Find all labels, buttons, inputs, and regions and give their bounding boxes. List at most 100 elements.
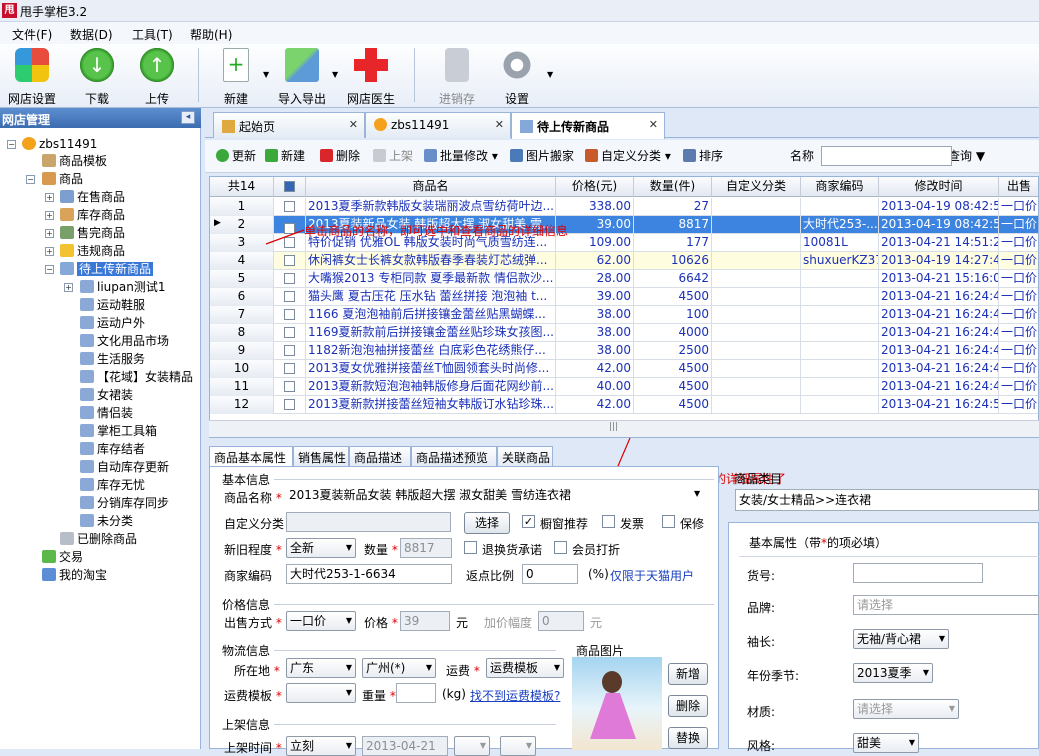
- shop-doctor-button[interactable]: 网店医生: [344, 46, 398, 106]
- rebate-field[interactable]: 0: [522, 564, 578, 584]
- row-checkbox[interactable]: [284, 201, 295, 212]
- tab-pending-upload[interactable]: 待上传新商品 ✕: [511, 112, 665, 139]
- tree-node-deleted[interactable]: 已删除商品: [60, 530, 137, 548]
- row-checkbox[interactable]: [284, 255, 295, 266]
- cell-name[interactable]: 休闲裤女士长裤女款韩版春季春装灯芯绒弹...: [306, 252, 556, 270]
- row-checkbox-cell[interactable]: [274, 252, 306, 270]
- listing-time-select[interactable]: 立刻: [286, 736, 356, 756]
- table-row[interactable]: 10 2013夏女优雅拼接蕾丝T恤圆领套头时尚修... 42.00 4500 2013-…: [210, 360, 1038, 378]
- row-checkbox[interactable]: [284, 363, 295, 374]
- name-dropdown-caret[interactable]: ▼: [694, 489, 700, 498]
- article-number-field[interactable]: [853, 563, 983, 583]
- expand-toggle[interactable]: +: [45, 193, 54, 202]
- shipping-select[interactable]: 运费模板: [486, 658, 564, 678]
- cell-name[interactable]: 猫头鹰 夏古压花 压水钻 蕾丝拼接 泡泡袖 t...: [306, 288, 556, 306]
- cell-name[interactable]: 2013夏新款短泡泡袖韩版修身后面花网纱前...: [306, 378, 556, 396]
- tree-node-goods[interactable]: 商品: [42, 170, 83, 188]
- batch-edit-button[interactable]: 批量修改 ▾: [424, 147, 498, 164]
- tree-node-on-sale[interactable]: 在售商品: [60, 188, 125, 206]
- table-row[interactable]: 8 1169夏新款前后拼接镶金蕾丝贴珍珠女孩图... 38.00 4000 2013-0…: [210, 324, 1038, 342]
- cell-name[interactable]: 1169夏新款前后拼接镶金蕾丝贴珍珠女孩图...: [306, 324, 556, 342]
- add-image-button[interactable]: 新增: [668, 663, 708, 685]
- download-button[interactable]: ↓ 下载: [70, 46, 124, 106]
- table-row[interactable]: 12 2013夏新款拼接蕾丝短袖女韩版订水钻珍珠... 42.00 4500 2013-…: [210, 396, 1038, 414]
- tab-sale-attributes[interactable]: 销售属性: [293, 446, 349, 467]
- horizontal-scrollbar[interactable]: |||: [209, 420, 1039, 437]
- refresh-button[interactable]: 更新: [216, 147, 256, 164]
- replace-image-button[interactable]: 替换: [668, 727, 708, 749]
- cell-name[interactable]: 大嘴猴2013 专柜同款 夏季最新款 情侣款沙...: [306, 270, 556, 288]
- select-all-checkbox[interactable]: [284, 181, 295, 192]
- custom-category-field[interactable]: [286, 512, 451, 532]
- style-select[interactable]: 甜美: [853, 733, 919, 753]
- tree-node-category[interactable]: 自动库存更新: [80, 458, 169, 476]
- row-checkbox[interactable]: [284, 291, 295, 302]
- no-template-link[interactable]: 找不到运费模板?: [470, 687, 560, 704]
- menu-file[interactable]: 文件(F): [12, 26, 52, 43]
- tree-node-category[interactable]: 生活服务: [80, 350, 145, 368]
- import-export-button[interactable]: 导入导出: [274, 46, 330, 106]
- settings-button[interactable]: 设置: [494, 46, 540, 106]
- new-dropdown-caret[interactable]: ▼: [263, 70, 269, 79]
- collapse-toggle[interactable]: −: [26, 175, 35, 184]
- import-export-caret[interactable]: ▼: [332, 70, 338, 79]
- expand-toggle[interactable]: +: [45, 229, 54, 238]
- window-recommend-checkbox[interactable]: ✓: [522, 515, 535, 528]
- tree-node-pending-upload[interactable]: 待上传新商品: [60, 260, 154, 278]
- cell-name[interactable]: 1182新泡泡袖拼接蕾丝 白底彩色花绣熊仔...: [306, 342, 556, 360]
- add-button[interactable]: 新建: [265, 147, 305, 164]
- upload-button[interactable]: ↑ 上传: [130, 46, 184, 106]
- warranty-checkbox[interactable]: [662, 515, 675, 528]
- tree-node-template[interactable]: 商品模板: [42, 152, 107, 170]
- material-select[interactable]: 请选择: [853, 699, 959, 719]
- row-checkbox-cell[interactable]: [274, 270, 306, 288]
- row-checkbox-cell[interactable]: [274, 342, 306, 360]
- merchant-code-field[interactable]: 大时代253-1-6634: [286, 564, 452, 584]
- tree-node-category[interactable]: 库存结者: [80, 440, 145, 458]
- row-checkbox[interactable]: [284, 345, 295, 356]
- new-button[interactable]: + 新建: [210, 46, 262, 106]
- row-checkbox[interactable]: [284, 309, 295, 320]
- table-row[interactable]: 5 大嘴猴2013 专柜同款 夏季最新款 情侣款沙... 28.00 6642 2013…: [210, 270, 1038, 288]
- tree-node-trade[interactable]: 交易: [42, 548, 83, 566]
- condition-select[interactable]: 全新: [286, 538, 356, 558]
- row-checkbox-cell[interactable]: [274, 288, 306, 306]
- shipping-template-select[interactable]: [286, 683, 356, 703]
- price-field[interactable]: 39: [400, 611, 450, 631]
- row-checkbox-cell[interactable]: [274, 378, 306, 396]
- product-name-field[interactable]: 2013夏装新品女装 韩版超大摆 淑女甜美 雪纺连衣裙: [286, 486, 706, 506]
- province-select[interactable]: 广东: [286, 658, 356, 678]
- row-checkbox-cell[interactable]: [274, 198, 306, 216]
- cell-name[interactable]: 2013夏新款拼接蕾丝短袖女韩版订水钻珍珠...: [306, 396, 556, 414]
- tree-node-category[interactable]: 情侣装: [80, 404, 133, 422]
- header-sale-type[interactable]: 出售: [999, 177, 1038, 197]
- sale-method-select[interactable]: 一口价: [286, 611, 356, 631]
- close-icon[interactable]: ✕: [649, 118, 658, 131]
- listing-date-field[interactable]: 2013-04-21: [362, 736, 448, 756]
- table-row[interactable]: 9 1182新泡泡袖拼接蕾丝 白底彩色花绣熊仔... 38.00 2500 2013-0…: [210, 342, 1038, 360]
- expand-toggle[interactable]: +: [45, 247, 54, 256]
- tree-node-category[interactable]: liupan测试1: [80, 278, 166, 296]
- cell-name[interactable]: 2013夏女优雅拼接蕾丝T恤圆领套头时尚修...: [306, 360, 556, 378]
- city-select[interactable]: 广州(*): [362, 658, 436, 678]
- close-icon[interactable]: ✕: [349, 118, 358, 131]
- tree-node-stock[interactable]: 库存商品: [60, 206, 125, 224]
- tree-node-category[interactable]: 库存无忧: [80, 476, 145, 494]
- row-checkbox[interactable]: [284, 381, 295, 392]
- tab-start-page[interactable]: 起始页 ✕: [213, 112, 365, 138]
- tab-description-preview[interactable]: 商品描述预览: [411, 446, 497, 467]
- weight-field[interactable]: [396, 683, 436, 703]
- season-select[interactable]: 2013夏季: [853, 663, 933, 683]
- tree-node-category[interactable]: 运动鞋服: [80, 296, 145, 314]
- inventory-button[interactable]: 进销存: [430, 46, 484, 106]
- select-all-header[interactable]: [274, 177, 306, 197]
- tree-node-my-taobao[interactable]: 我的淘宝: [42, 566, 107, 584]
- custom-category-button[interactable]: 自定义分类 ▾: [585, 147, 671, 164]
- tab-shop[interactable]: zbs11491 ✕: [365, 112, 511, 138]
- sort-button[interactable]: 排序: [683, 147, 723, 164]
- row-checkbox[interactable]: [284, 327, 295, 338]
- table-row[interactable]: 4 休闲裤女士长裤女款韩版春季春装灯芯绒弹... 62.00 10626 shuxuer…: [210, 252, 1038, 270]
- return-promise-checkbox[interactable]: [464, 541, 477, 554]
- image-move-button[interactable]: 图片搬家: [510, 147, 574, 164]
- row-checkbox-cell[interactable]: [274, 324, 306, 342]
